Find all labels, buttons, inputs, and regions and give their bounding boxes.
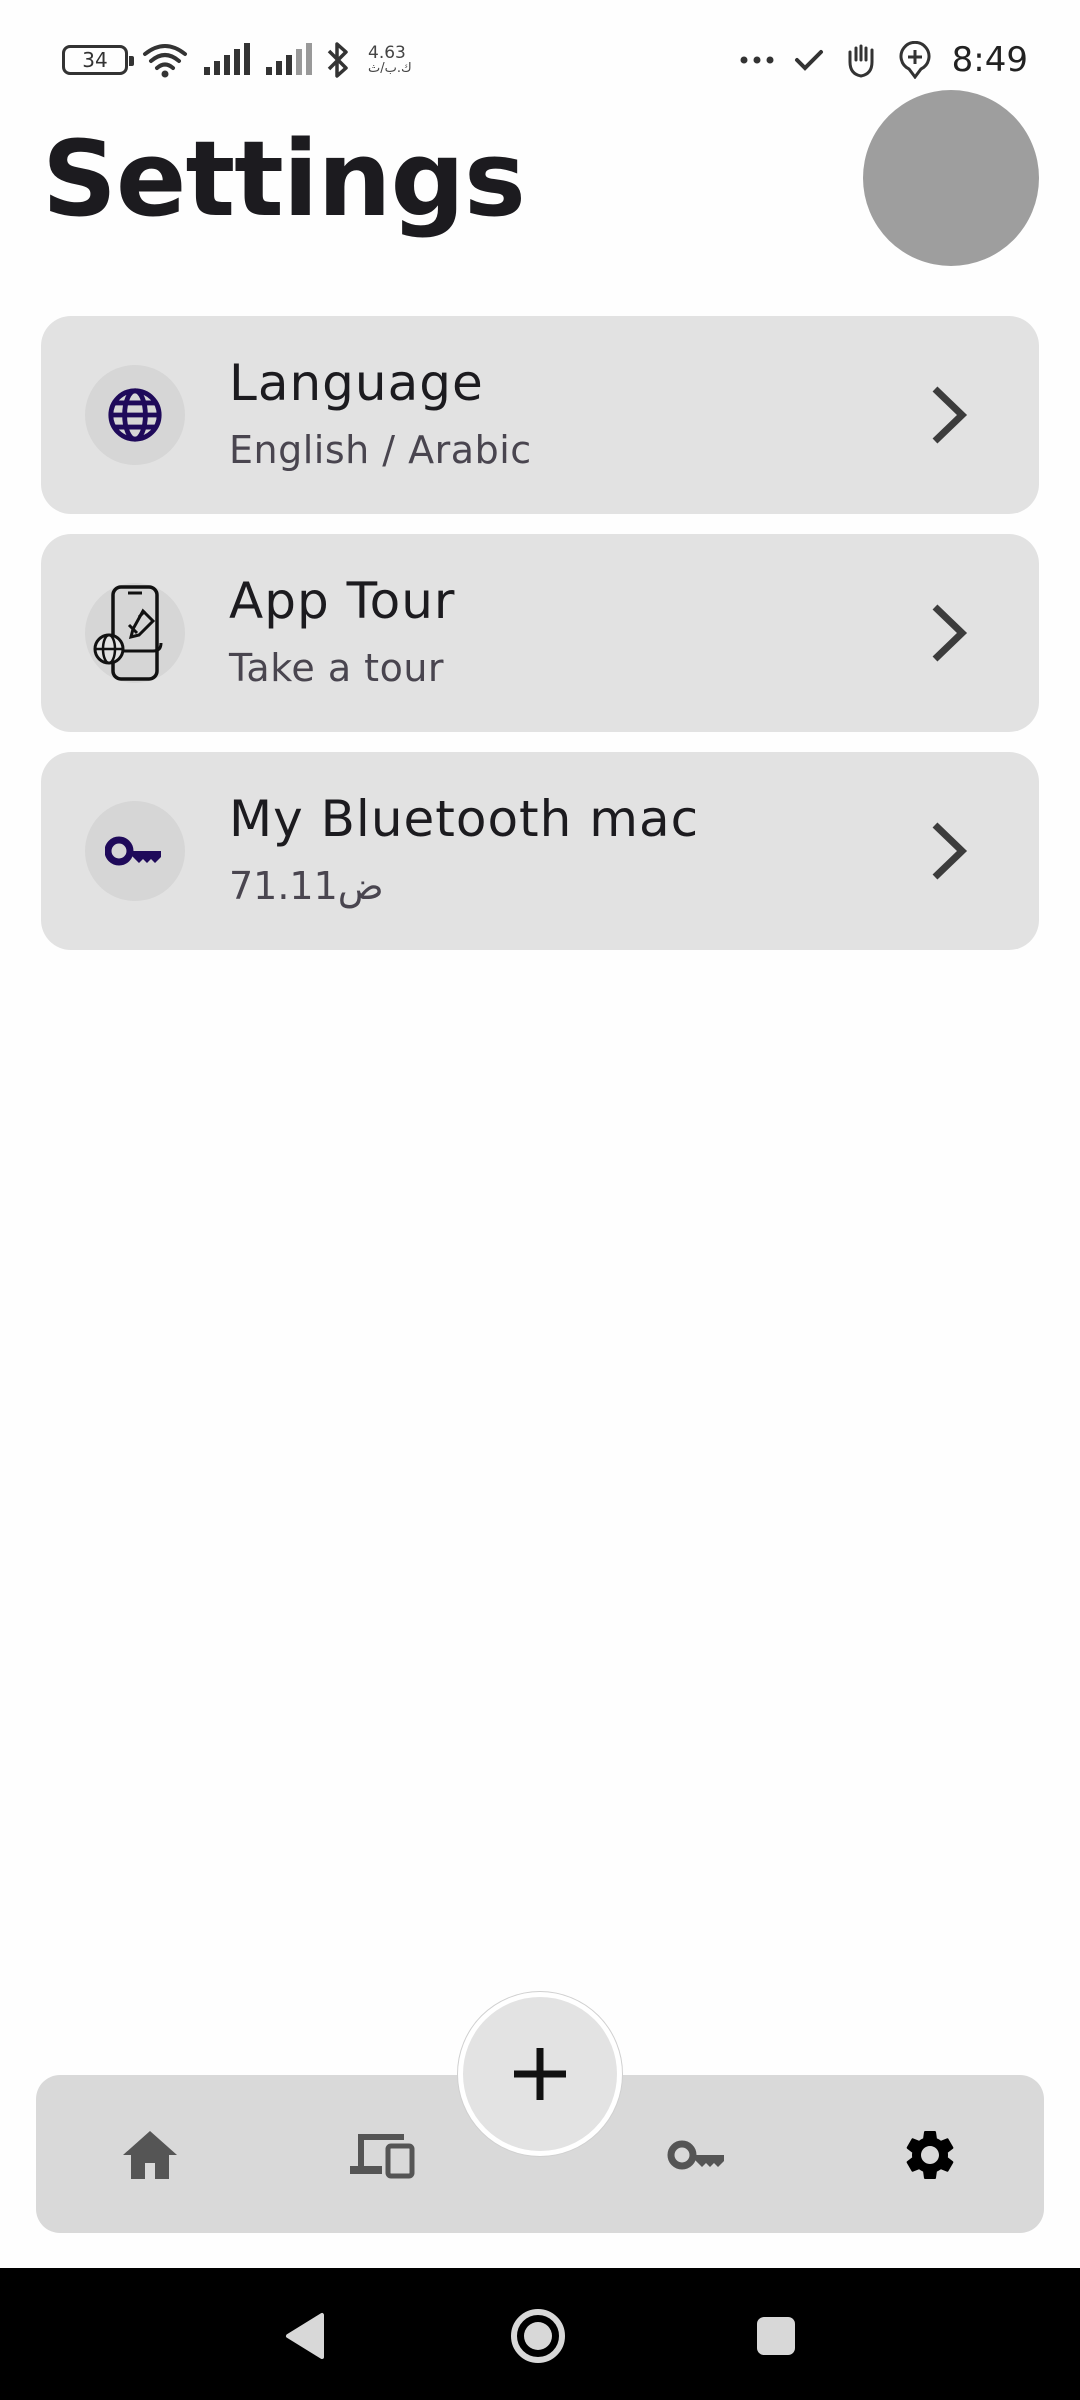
key-icon-container: [85, 801, 185, 901]
nav-home[interactable]: [114, 2119, 186, 2191]
more-dots-icon: [740, 56, 774, 64]
add-button[interactable]: [458, 1992, 622, 2156]
settings-icon: [906, 2131, 954, 2179]
setting-title: App Tour: [229, 572, 456, 630]
signal-2-icon: [266, 43, 312, 75]
globe-icon: [108, 388, 162, 442]
settings-list: Language English / Arabic App Tour Take …: [41, 316, 1039, 970]
battery-level: 34: [82, 48, 108, 72]
setting-subtitle: 71.11ض: [229, 864, 384, 908]
setting-item-bluetooth-mac[interactable]: My Bluetooth mac 71.11ض: [41, 752, 1039, 950]
setting-title: My Bluetooth mac: [229, 790, 700, 848]
setting-subtitle: English / Arabic: [229, 428, 532, 472]
setting-item-language[interactable]: Language English / Arabic: [41, 316, 1039, 514]
network-speed: 4.63 ك.ب/ث: [368, 43, 412, 76]
app-notification-icon: [848, 44, 874, 78]
system-back-button[interactable]: [276, 2308, 332, 2364]
globe-icon-container: [85, 365, 185, 465]
home-icon: [123, 2131, 177, 2179]
phone-tour-icon: [93, 585, 163, 681]
chevron-right-icon: [932, 822, 968, 880]
location-plus-icon: [899, 41, 931, 79]
system-navigation-bar: [0, 2268, 1080, 2400]
recents-square-icon: [757, 2317, 795, 2355]
home-circle-icon: [511, 2309, 565, 2363]
key-icon: [105, 836, 161, 866]
setting-title: Language: [229, 354, 484, 412]
system-recents-button[interactable]: [748, 2308, 804, 2364]
check-icon: [794, 50, 823, 71]
chevron-right-icon: [932, 604, 968, 662]
avatar[interactable]: [863, 90, 1039, 266]
chevron-right-icon: [932, 386, 968, 444]
wifi-icon: [143, 44, 187, 78]
setting-subtitle: Take a tour: [229, 646, 445, 690]
setting-item-app-tour[interactable]: App Tour Take a tour: [41, 534, 1039, 732]
nav-settings[interactable]: [894, 2119, 966, 2191]
clock-time: 8:49: [951, 40, 1028, 80]
bluetooth-icon: [327, 42, 348, 78]
page-title: Settings: [42, 118, 526, 240]
add-icon: [514, 2048, 566, 2100]
signal-icon: [204, 43, 250, 75]
phone-tour-icon-container: [85, 583, 185, 683]
nav-keys[interactable]: [662, 2119, 734, 2191]
battery-icon: 34: [62, 45, 134, 75]
devices-icon: [350, 2134, 415, 2179]
back-triangle-icon: [286, 2313, 324, 2359]
key-icon: [667, 2140, 724, 2170]
system-home-button[interactable]: [510, 2308, 566, 2364]
nav-devices[interactable]: [346, 2119, 418, 2191]
